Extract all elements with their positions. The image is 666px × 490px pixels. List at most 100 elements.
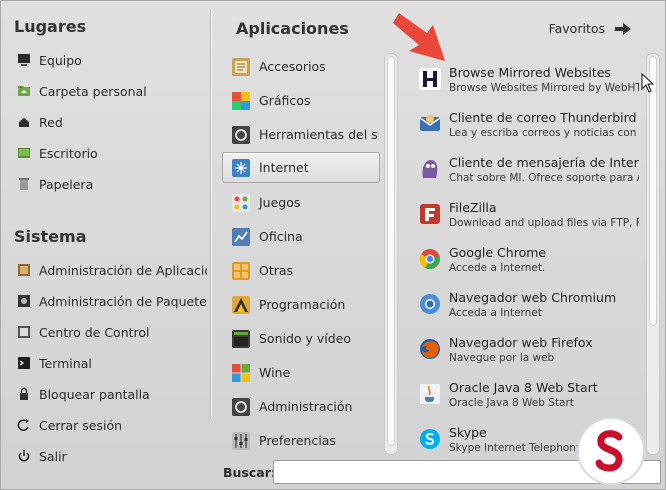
app-name: Skype [449,425,487,440]
package-manager-icon [18,295,30,307]
app-description: Skype Internet Telephony [449,442,583,454]
network-icon [19,118,29,127]
place-item-escritorio[interactable]: Escritorio [11,139,207,167]
column-divider [210,9,211,419]
httrack-icon [419,68,441,90]
category-oficina[interactable]: Oficina [222,221,380,252]
category-preferencias[interactable]: Preferencias [222,425,380,456]
category-label: Wine [259,365,291,380]
category-otras[interactable]: Otras [222,255,380,286]
app-description: Accede a Internet. [449,262,546,274]
mouse-cursor-icon [641,73,655,93]
category-label: Oficina [259,229,303,244]
app-description: Chat sobre MI. Ofrece soporte para AIM, … [449,172,639,184]
category-label: Gráficos [259,93,311,108]
wine-icon [232,363,250,382]
applications-title: Aplicaciones [236,19,349,38]
java-icon [420,384,440,404]
places-system-column: Lugares Equipo Carpeta personal Red Escr… [1,1,210,490]
place-item-papelera[interactable]: Papelera [11,170,207,198]
place-item-equipo[interactable]: Equipo [11,46,207,74]
category-herramientas[interactable]: Herramientas del sistema [222,119,380,150]
office-icon [232,227,250,246]
graphics-icon [232,91,250,110]
category-sonido-video[interactable]: Sonido y vídeo [222,323,380,354]
place-label: Papelera [39,176,94,192]
multimedia-icon [232,329,250,348]
search-label: Buscar: [223,465,276,480]
app-name: Navegador web Chromium [449,290,617,305]
category-wine[interactable]: Wine [222,357,380,388]
app-item-filezilla[interactable]: FileZilla Download and upload files via F… [419,200,639,242]
system-label: Terminal [39,355,92,371]
logout-icon [17,419,29,431]
pidgin-icon [422,160,438,178]
system-item-terminal[interactable]: Terminal [11,349,207,377]
app-name: FileZilla [449,200,497,215]
watermark-logo-icon [577,417,645,485]
programming-icon [232,295,250,314]
system-item-control-center[interactable]: Centro de Control [11,318,207,346]
category-label: Sonido y vídeo [259,331,352,346]
system-item-package-manager[interactable]: Administración de Paquetes [11,287,207,315]
system-label: Bloquear pantalla [39,386,150,402]
arrow-right-icon [615,22,631,35]
app-name: Oracle Java 8 Web Start [449,380,598,395]
app-name: Browse Mirrored Websites [449,65,611,80]
app-item-chromium[interactable]: Navegador web Chromium Acceda a Internet [419,290,639,332]
app-description: Oracle Java 8 Web Start [449,397,574,409]
favorites-label: Favoritos [548,21,605,36]
app-item-thunderbird[interactable]: Cliente de correo Thunderbird Lea y escri… [419,110,639,152]
administration-icon [232,397,250,416]
desktop-icon [18,148,30,158]
app-item-httrack[interactable]: Browse Mirrored Websites Browse Websites … [419,65,639,107]
system-tools-icon [232,125,250,144]
place-item-carpeta-personal[interactable]: Carpeta personal [11,77,207,105]
annotation-arrow-icon [393,13,445,61]
places-title: Lugares [14,17,87,36]
app-description: Acceda a Internet [449,307,542,319]
system-label: Salir [39,448,67,464]
category-juegos[interactable]: Juegos [222,187,380,218]
system-item-software-manager[interactable]: Administración de Aplicaciones [11,256,207,284]
other-icon [232,261,250,280]
category-label: Administración [259,399,353,414]
thunderbird-icon [419,115,441,131]
category-internet[interactable]: Internet [222,152,380,183]
lock-icon [20,387,28,400]
application-menu: Lugares Equipo Carpeta personal Red Escr… [0,0,666,490]
software-manager-icon [18,264,30,276]
system-label: Administración de Paquetes [39,293,207,309]
internet-icon [232,158,250,177]
category-administracion[interactable]: Administración [222,391,380,422]
skype-icon [420,429,440,449]
system-item-logout[interactable]: Cerrar sesión [11,411,207,439]
system-label: Administración de Aplicaciones [39,262,207,278]
chrome-icon [419,249,440,270]
app-name: Google Chrome [449,245,547,260]
category-graficos[interactable]: Gráficos [222,85,380,116]
favorites-button[interactable]: Favoritos [549,21,631,36]
system-label: Cerrar sesión [39,417,123,433]
app-item-firefox[interactable]: Navegador web Firefox Navegue por la web [419,335,639,377]
games-icon [232,193,250,212]
trash-icon [19,178,29,190]
app-item-pidgin[interactable]: Cliente de mensajería de Internet Pidgin… [419,155,639,197]
app-description: Download and upload files via FTP, FTPS … [449,217,639,229]
system-item-lock-screen[interactable]: Bloquear pantalla [11,380,207,408]
preferences-icon [232,431,250,450]
categories-column: Aplicaciones Accesorios Gráficos Herrami… [216,1,396,461]
scrollbar-thumb[interactable] [649,56,657,326]
place-label: Equipo [39,52,82,68]
app-item-google-chrome[interactable]: Google Chrome Accede a Internet. [419,245,639,287]
category-programacion[interactable]: Programación [222,289,380,320]
system-item-quit[interactable]: Salir [11,442,207,470]
app-description: Navegue por la web [449,352,555,364]
system-title: Sistema [14,227,87,246]
categories-scrollbar[interactable] [384,53,398,455]
category-accesorios[interactable]: Accesorios [222,51,380,82]
place-item-red[interactable]: Red [11,108,207,136]
apps-scrollbar[interactable] [646,53,660,455]
scrollbar-thumb[interactable] [387,56,395,446]
category-label: Juegos [259,195,301,210]
